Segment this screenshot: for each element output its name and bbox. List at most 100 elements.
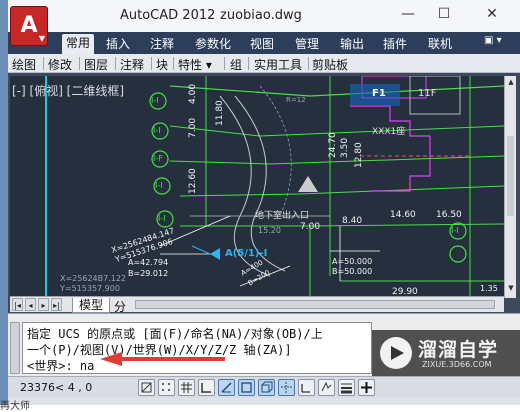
tab-insert[interactable]: 插入 <box>106 35 130 52</box>
horizontal-scrollbar[interactable] <box>135 300 495 309</box>
3d-osnap-icon <box>261 381 273 393</box>
minimize-button[interactable]: — <box>398 6 418 22</box>
snap-mode-button[interactable] <box>158 379 175 396</box>
grid-button[interactable] <box>178 379 195 396</box>
status-bar: 23376< 4 , 0 <box>8 376 520 398</box>
command-history-line: 指定 UCS 的原点或 [面(F)/命名(NA)/对象(OB)/上 <box>27 327 323 341</box>
section-marker: I-I <box>153 126 161 135</box>
scroll-up-icon[interactable]: ▲ <box>505 78 517 86</box>
point-label: A(5/1)-I <box>225 248 268 259</box>
scroll-down-icon[interactable]: ▼ <box>505 284 517 292</box>
command-input[interactable]: <世界>: na <box>27 357 94 374</box>
infer-constraints-button[interactable] <box>138 379 155 396</box>
snap-icon <box>162 383 170 391</box>
separator <box>151 57 152 70</box>
separator <box>43 57 44 70</box>
tab-model[interactable]: 模型 <box>72 298 111 313</box>
stray-label: 15.20 <box>258 226 281 235</box>
menu-modify[interactable]: 修改 <box>48 56 72 73</box>
ribbon-options-button[interactable]: ▣ ▾ <box>484 35 502 46</box>
otrack-button[interactable] <box>278 379 295 396</box>
plus-icon <box>361 382 372 393</box>
tab-manage[interactable]: 管理 <box>295 35 319 52</box>
command-window-grip[interactable] <box>10 322 20 374</box>
dimension-label: 3.50 <box>340 137 350 158</box>
prev-layout-button[interactable]: ◂ <box>25 298 36 311</box>
coordinate-label: X=25624B7.122 <box>60 274 127 283</box>
coordinate-readout: 23376< 4 , 0 <box>20 381 93 394</box>
coordinate-label: B=50.000 <box>332 267 373 276</box>
entrance-label: 地下室出入口 <box>255 211 310 221</box>
tab-home[interactable]: 常用 <box>62 34 95 54</box>
infer-icon <box>141 382 152 393</box>
menu-properties[interactable]: 特性 ▾ <box>178 56 212 73</box>
dyn-button[interactable] <box>318 379 335 396</box>
coordinate-label: B=29.012 <box>128 269 169 278</box>
section-marker: I-I <box>451 226 459 235</box>
menu-block[interactable]: 块 <box>156 56 168 73</box>
menu-utilities[interactable]: 实用工具 <box>254 56 302 73</box>
lineweight-button[interactable] <box>338 379 355 396</box>
dimension-label: 14.60 <box>390 210 416 220</box>
scroll-thumb[interactable] <box>507 136 514 216</box>
app-title: AutoCAD 2012 <box>120 8 216 23</box>
menu-annotation[interactable]: 注释 <box>120 56 144 73</box>
close-button[interactable]: ✕ <box>482 6 502 22</box>
tab-annotate[interactable]: 注释 <box>150 35 174 52</box>
viewport-controls[interactable]: [-] [俯视] [二维线框] <box>12 82 124 99</box>
tab-output[interactable]: 输出 <box>340 35 364 52</box>
play-logo-icon <box>380 337 412 369</box>
application-menu-button[interactable]: A ▼ <box>10 6 48 46</box>
ducs-button[interactable] <box>298 379 315 396</box>
document-name: zuobiao.dwg <box>220 8 302 23</box>
command-window[interactable]: 指定 UCS 的原点或 [面(F)/命名(NA)/对象(OB)/上 一个(P)/… <box>22 322 372 374</box>
tab-online[interactable]: 联机 <box>428 35 452 52</box>
next-layout-button[interactable]: ▸ <box>38 298 49 311</box>
dimension-label: 4.00 <box>188 83 198 104</box>
dimension-label: 12.60 <box>188 168 198 194</box>
tab-view[interactable]: 视图 <box>250 35 274 52</box>
osnap-icon <box>241 382 252 393</box>
separator <box>79 57 80 70</box>
title-bar: AutoCAD 2012 zuobiao.dwg — ☐ ✕ <box>8 0 520 32</box>
dimension-label: 24.70 <box>328 132 338 158</box>
3d-osnap-button[interactable] <box>258 379 275 396</box>
maximize-button[interactable]: ☐ <box>434 6 454 22</box>
first-layout-button[interactable]: |◂ <box>12 298 23 311</box>
tab-parametric[interactable]: 参数化 <box>195 35 231 52</box>
chevron-down-icon: ▼ <box>38 34 45 43</box>
stray-label: 1.35 <box>480 284 498 293</box>
dimension-label: 8.40 <box>342 216 363 226</box>
last-layout-button[interactable]: ▸| <box>51 298 62 311</box>
ortho-button[interactable] <box>198 379 215 396</box>
menu-draw[interactable]: 绘图 <box>12 56 36 73</box>
otrack-icon <box>281 382 292 393</box>
coordinate-label: A=42.794 <box>128 258 169 267</box>
dimension-label: 11.80 <box>215 100 225 126</box>
desktop-edge <box>0 0 8 405</box>
separator <box>115 57 116 70</box>
menu-clipboard[interactable]: 剪贴板 <box>312 56 348 73</box>
dimension-label: 29.90 <box>392 287 418 296</box>
section-marker: I-F <box>153 154 163 163</box>
vertical-scrollbar[interactable]: ▲ ▼ <box>504 76 516 298</box>
tag-label: 11F <box>418 88 437 99</box>
tag-label: F1 <box>372 88 386 99</box>
watermark-title: 溜溜自学 <box>418 339 499 361</box>
ducs-icon <box>301 384 310 393</box>
dimension-label: 16.50 <box>436 210 462 220</box>
tab-plugins[interactable]: 插件 <box>383 35 407 52</box>
section-marker: I-I <box>151 96 159 105</box>
quick-properties-button[interactable] <box>358 379 375 396</box>
osnap-button[interactable] <box>238 379 255 396</box>
separator <box>173 57 174 70</box>
coordinate-label: Y=515357.900 <box>60 284 120 293</box>
panel-bar: 绘图 修改 图层 注释 块 特性 ▾ 组 实用工具 剪贴板 <box>8 54 520 73</box>
separator <box>248 57 249 70</box>
drawing-canvas[interactable]: I-I I-I I-F I-I I-I I-I 4.00 7.00 12.60 … <box>10 76 504 296</box>
menu-groups[interactable]: 组 <box>230 56 242 73</box>
menu-layers[interactable]: 图层 <box>84 56 108 73</box>
ortho-icon <box>201 383 211 393</box>
grid-icon <box>181 382 192 393</box>
polar-button[interactable] <box>218 379 235 396</box>
